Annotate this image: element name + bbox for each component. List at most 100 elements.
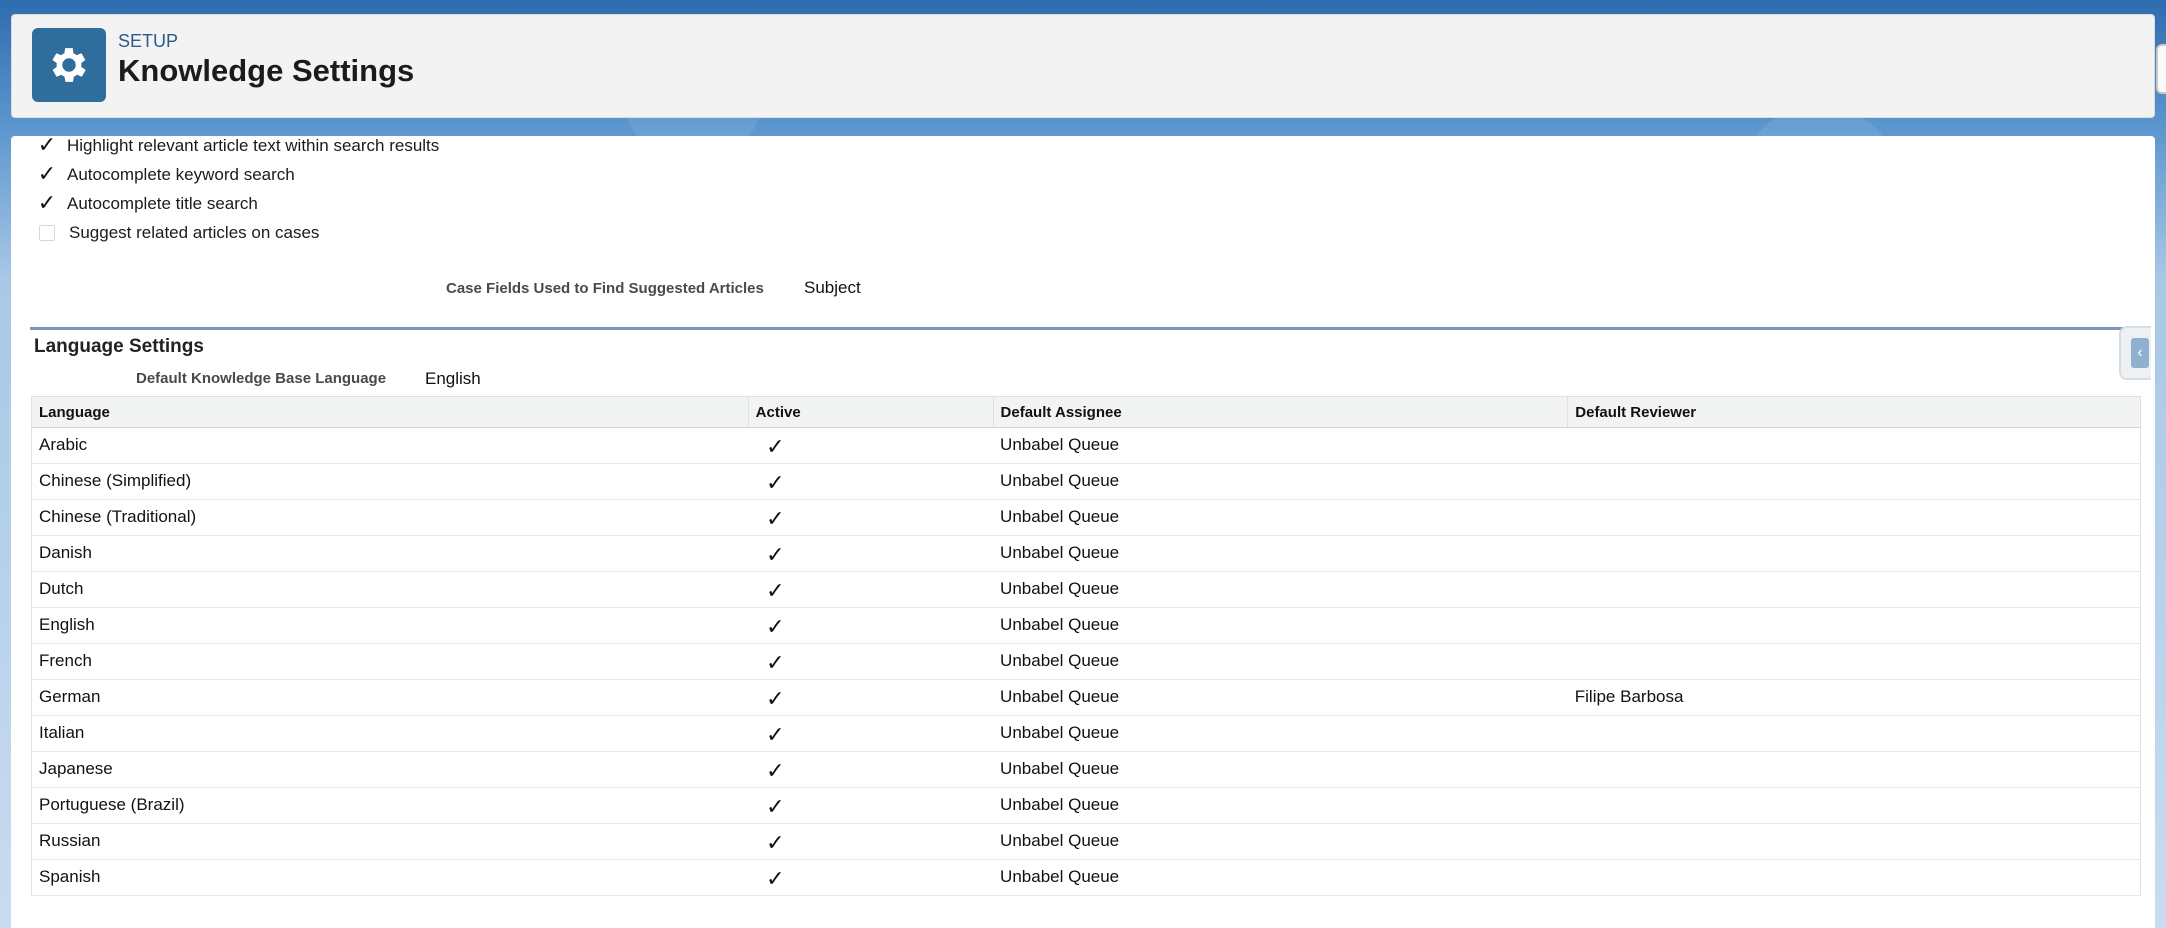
case-fields-label: Case Fields Used to Find Suggested Artic… bbox=[446, 280, 764, 297]
option-autocomplete-keyword: ✓ Autocomplete keyword search bbox=[37, 161, 295, 189]
column-header-assignee: Default Assignee bbox=[992, 396, 1569, 428]
assignee-cell: Unbabel Queue bbox=[993, 679, 1568, 716]
active-checkmark-icon: ✓ bbox=[766, 614, 785, 639]
active-checkmark-icon: ✓ bbox=[766, 758, 785, 783]
language-cell: Chinese (Traditional) bbox=[31, 499, 749, 536]
active-checkmark-icon: ✓ bbox=[766, 434, 785, 459]
active-cell: ✓ bbox=[748, 643, 994, 680]
checkbox-suggest-articles bbox=[39, 225, 55, 241]
assignee-cell: Unbabel Queue bbox=[993, 535, 1568, 572]
collapse-handle[interactable]: ‹ bbox=[2119, 326, 2151, 380]
reviewer-cell bbox=[1567, 823, 2141, 860]
assignee-cell: Unbabel Queue bbox=[993, 751, 1568, 788]
page-title: Knowledge Settings bbox=[118, 53, 415, 88]
reviewer-cell bbox=[1567, 643, 2141, 680]
reviewer-cell bbox=[1567, 427, 2141, 464]
active-cell: ✓ bbox=[748, 787, 994, 824]
section-divider bbox=[30, 327, 2140, 330]
column-header-language: Language bbox=[31, 396, 749, 428]
table-row: German ✓ Unbabel Queue Filipe Barbosa bbox=[31, 679, 2141, 716]
assignee-cell: Unbabel Queue bbox=[993, 463, 1568, 500]
table-row: Danish ✓ Unbabel Queue bbox=[31, 535, 2141, 572]
page-header: SETUP Knowledge Settings bbox=[11, 14, 2155, 118]
default-language-label: Default Knowledge Base Language bbox=[136, 370, 387, 387]
reviewer-cell: Filipe Barbosa bbox=[1567, 679, 2141, 716]
active-cell: ✓ bbox=[748, 427, 994, 464]
option-highlight-text: ✓ Highlight relevant article text within… bbox=[37, 132, 440, 160]
language-cell: Russian bbox=[31, 823, 749, 860]
reviewer-cell bbox=[1567, 715, 2141, 752]
reviewer-cell bbox=[1567, 499, 2141, 536]
reviewer-cell bbox=[1567, 463, 2141, 500]
gear-icon bbox=[32, 28, 106, 102]
language-cell: English bbox=[31, 607, 749, 644]
assignee-cell: Unbabel Queue bbox=[993, 427, 1568, 464]
table-row: English ✓ Unbabel Queue bbox=[31, 607, 2141, 644]
active-cell: ✓ bbox=[748, 607, 994, 644]
reviewer-cell bbox=[1567, 787, 2141, 824]
option-autocomplete-title: ✓ Autocomplete title search bbox=[37, 190, 258, 218]
language-cell: German bbox=[31, 679, 749, 716]
checkbox-highlight-text: ✓ bbox=[37, 132, 57, 157]
active-cell: ✓ bbox=[748, 823, 994, 860]
column-header-active: Active bbox=[747, 396, 994, 428]
reviewer-cell bbox=[1567, 571, 2141, 608]
reviewer-cell bbox=[1567, 751, 2141, 788]
assignee-cell: Unbabel Queue bbox=[993, 823, 1568, 860]
language-cell: Japanese bbox=[31, 751, 749, 788]
active-cell: ✓ bbox=[748, 535, 994, 572]
language-cell: Danish bbox=[31, 535, 749, 572]
active-cell: ✓ bbox=[748, 751, 994, 788]
table-row: Spanish ✓ Unbabel Queue bbox=[31, 859, 2141, 896]
active-cell: ✓ bbox=[748, 499, 994, 536]
active-cell: ✓ bbox=[748, 859, 994, 896]
active-cell: ✓ bbox=[748, 571, 994, 608]
language-cell: Italian bbox=[31, 715, 749, 752]
reviewer-cell bbox=[1567, 535, 2141, 572]
section-title: Language Settings bbox=[34, 336, 204, 357]
table-header-row: Language Active Default Assignee Default… bbox=[31, 396, 2141, 428]
side-panel-handle[interactable] bbox=[2156, 44, 2166, 94]
language-cell: Dutch bbox=[31, 571, 749, 608]
language-cell: Chinese (Simplified) bbox=[31, 463, 749, 500]
active-checkmark-icon: ✓ bbox=[766, 830, 785, 855]
case-fields-value: Subject bbox=[804, 278, 861, 297]
default-language-value: English bbox=[425, 369, 481, 388]
chevron-left-icon: ‹ bbox=[2131, 338, 2149, 368]
assignee-cell: Unbabel Queue bbox=[993, 715, 1568, 752]
assignee-cell: Unbabel Queue bbox=[993, 607, 1568, 644]
option-label: Autocomplete title search bbox=[67, 194, 258, 213]
language-cell: Portuguese (Brazil) bbox=[31, 787, 749, 824]
active-checkmark-icon: ✓ bbox=[766, 650, 785, 675]
table-row: Portuguese (Brazil) ✓ Unbabel Queue bbox=[31, 787, 2141, 824]
assignee-cell: Unbabel Queue bbox=[993, 643, 1568, 680]
table-row: French ✓ Unbabel Queue bbox=[31, 643, 2141, 680]
option-label: Highlight relevant article text within s… bbox=[67, 136, 440, 155]
active-checkmark-icon: ✓ bbox=[766, 866, 785, 891]
option-label: Autocomplete keyword search bbox=[67, 165, 295, 184]
active-checkmark-icon: ✓ bbox=[766, 794, 785, 819]
active-checkmark-icon: ✓ bbox=[766, 722, 785, 747]
table-row: Japanese ✓ Unbabel Queue bbox=[31, 751, 2141, 788]
column-header-reviewer: Default Reviewer bbox=[1567, 396, 2141, 428]
active-checkmark-icon: ✓ bbox=[766, 470, 785, 495]
language-cell: Spanish bbox=[31, 859, 749, 896]
active-checkmark-icon: ✓ bbox=[766, 506, 785, 531]
settings-panel: ✓ Highlight relevant article text within… bbox=[11, 132, 2155, 928]
option-suggest-articles: Suggest related articles on cases bbox=[37, 223, 319, 247]
reviewer-cell bbox=[1567, 607, 2141, 644]
active-cell: ✓ bbox=[748, 715, 994, 752]
table-row: Russian ✓ Unbabel Queue bbox=[31, 823, 2141, 860]
language-cell: Arabic bbox=[31, 427, 749, 464]
checkbox-autocomplete-keyword: ✓ bbox=[37, 161, 57, 186]
table-row: Italian ✓ Unbabel Queue bbox=[31, 715, 2141, 752]
language-table: Language Active Default Assignee Default… bbox=[31, 396, 2141, 896]
breadcrumb[interactable]: SETUP bbox=[118, 31, 178, 52]
active-checkmark-icon: ✓ bbox=[766, 686, 785, 711]
option-label: Suggest related articles on cases bbox=[69, 223, 320, 242]
table-row: Dutch ✓ Unbabel Queue bbox=[31, 571, 2141, 608]
active-cell: ✓ bbox=[748, 463, 994, 500]
assignee-cell: Unbabel Queue bbox=[993, 859, 1568, 896]
checkbox-autocomplete-title: ✓ bbox=[37, 190, 57, 215]
assignee-cell: Unbabel Queue bbox=[993, 787, 1568, 824]
